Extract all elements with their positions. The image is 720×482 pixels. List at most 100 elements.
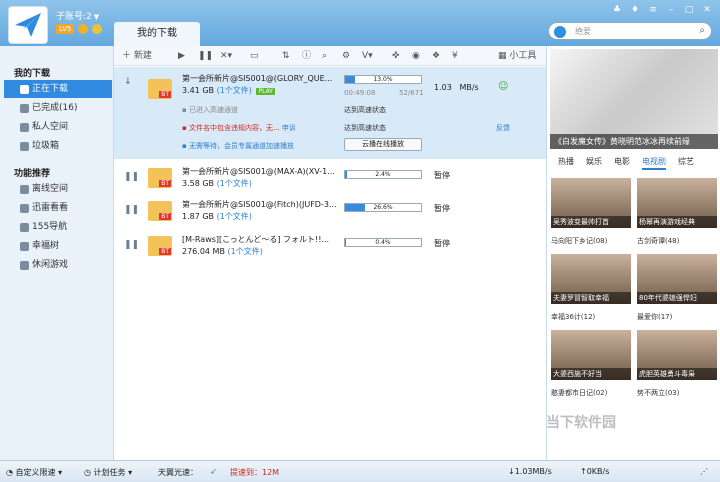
share-icon[interactable]: ❖ <box>432 49 440 63</box>
delete-icon[interactable]: ✕▾ <box>220 49 232 63</box>
tab-my-downloads[interactable]: 我的下载 <box>114 22 200 46</box>
sidebar-item-trash[interactable]: 垃圾箱 <box>4 137 112 155</box>
tools-button[interactable]: ▦ 小工具 <box>498 49 536 63</box>
sidebar-item-completed[interactable]: 已完成(16) <box>4 99 112 117</box>
tab-variety[interactable]: 综艺 <box>678 156 694 170</box>
video-thumb[interactable]: 80年代婆媳强悍妇 <box>637 254 717 304</box>
featured-poster[interactable]: 《白发魔女传》黄晓明范冰冰再续前缘 <box>550 49 718 149</box>
yuan-icon[interactable]: ¥ <box>452 49 458 63</box>
detail-line3: ▪ 无需等待，会员专属通道加速播放 <box>182 142 294 150</box>
minimize-icon[interactable]: – <box>664 4 678 16</box>
close-icon[interactable]: ✕ <box>700 4 714 16</box>
trash-icon <box>20 142 29 151</box>
download-icon <box>20 85 29 94</box>
folder-icon[interactable]: ▭ <box>250 49 259 63</box>
sidebar-item-downloading[interactable]: 正在下载 <box>4 80 112 98</box>
cloud-play-button[interactable]: 云播在线播放 <box>344 138 422 151</box>
sidebar-item-offline[interactable]: 离线空间 <box>4 180 112 198</box>
sidebar-item-kankan[interactable]: 迅雷看看 <box>4 199 112 217</box>
download-speed: 1.03 MB/s <box>434 83 479 92</box>
title-bar: 子账号:2 ▼ LV5 我的下载 ♣ ♦ ≡ – □ ✕ 绝爱 ⌕ <box>0 0 720 46</box>
pause-icon[interactable]: ❚❚ <box>124 172 139 182</box>
upload-speed-status: ↑0KB/s <box>580 467 610 476</box>
watermark: 当下软件园 <box>546 415 616 431</box>
video-label[interactable]: 幸福36计(12) <box>551 312 595 322</box>
download-row[interactable]: ❚❚ BT 第一会所新片@SIS001@(Fitch)(JUFD-3... 1.… <box>114 199 546 227</box>
vip-icon[interactable] <box>78 24 88 34</box>
video-thumb[interactable]: 夫妻罗冒智取幸福 <box>551 254 631 304</box>
search-task-icon[interactable]: ⌕ <box>322 49 327 63</box>
file-name: 第一会所新片@SIS001@(GLORY_QUE... <box>182 74 333 83</box>
progress-bar: 13.0% <box>344 75 422 84</box>
pause-icon[interactable]: ❚❚ <box>124 205 139 215</box>
search-box[interactable]: 绝爱 ⌕ <box>548 22 712 40</box>
level-badge: LV5 <box>56 24 75 34</box>
video-thumb[interactable]: 大婆西施不好当 <box>551 330 631 380</box>
gamepad-icon <box>20 261 29 270</box>
video-thumb[interactable]: 吴秀波变最帅打首 <box>551 178 631 228</box>
speed-limit-button[interactable]: ◔ 自定义限速 ▾ <box>6 467 62 478</box>
download-row[interactable]: ❚❚ BT [M-Raws][こっとんど～る] フォルト!!... 276.04… <box>114 234 546 262</box>
download-arrow-icon[interactable]: ↓ <box>124 77 132 87</box>
sidebar-item-tree[interactable]: 幸福树 <box>4 237 112 255</box>
pause-icon[interactable]: ❚❚ <box>124 240 139 250</box>
video-thumb[interactable]: 杨幂再演游戏经典 <box>637 178 717 228</box>
file-name: [M-Raws][こっとんど～る] フォルト!!... <box>182 235 330 244</box>
search-icon[interactable]: ⌕ <box>699 25 705 36</box>
section-my-downloads: 我的下载 <box>14 69 51 79</box>
sidebar: 我的下载 正在下载 已完成(16) 私人空间 垃圾箱 功能推荐 离线空间 迅雷看… <box>0 46 114 460</box>
progress-bar: 2.4% <box>344 170 422 179</box>
video-thumb[interactable]: 虎胆英雄勇斗毒枭 <box>637 330 717 380</box>
appeal-link[interactable]: 申诉 <box>282 124 296 132</box>
sidebar-item-155nav[interactable]: 155导航 <box>4 218 112 236</box>
sidebar-item-private[interactable]: 私人空间 <box>4 118 112 136</box>
video-label[interactable]: 势不两立(03) <box>637 388 679 398</box>
download-row[interactable]: ❚❚ BT 第一会所新片@SIS001@(MAX-A)(XV-1... 3.58… <box>114 166 546 194</box>
search-engine-icon[interactable] <box>554 26 566 38</box>
status-text: 暂停 <box>434 239 450 248</box>
sidebar-item-games[interactable]: 休闲游戏 <box>4 256 112 274</box>
feedback-link[interactable]: 反馈 <box>496 123 510 133</box>
boost-text[interactable]: 提速到：12M <box>230 467 279 478</box>
shirt-icon[interactable]: ♣ <box>610 4 624 16</box>
schedule-button[interactable]: ◷ 计划任务 ▾ <box>84 467 132 478</box>
gamepad-tool-icon[interactable]: ✜ <box>392 49 400 63</box>
info-icon[interactable]: ⓘ <box>302 49 311 63</box>
account-name[interactable]: 子账号:2 ▼ <box>56 9 99 22</box>
detail-status2: 达到高速状态 <box>344 124 386 132</box>
play-badge[interactable]: PLAY <box>256 88 275 95</box>
status-text: 暂停 <box>434 204 450 213</box>
file-name: 第一会所新片@SIS001@(Fitch)(JUFD-3... <box>182 200 337 209</box>
pause-icon[interactable]: ❚❚ <box>198 49 213 63</box>
peer-count: 52/671 <box>399 89 424 97</box>
video-label[interactable]: 最爱你(17) <box>637 312 672 322</box>
sort-icon[interactable]: ⇅ <box>282 49 290 63</box>
rocket-icon[interactable]: ➶ <box>210 467 217 476</box>
file-size: 3.58 GB (1个文件) <box>182 179 252 188</box>
status-text: 暂停 <box>434 171 450 180</box>
maximize-icon[interactable]: □ <box>682 4 696 16</box>
smile-icon: ☺ <box>498 81 509 92</box>
video-label[interactable]: 憨妻都市日记(02) <box>551 388 607 398</box>
settings-icon[interactable]: ⚙ <box>342 49 350 63</box>
video-label[interactable]: 古剑奇谭(48) <box>637 236 679 246</box>
tab-tv[interactable]: 电视剧 <box>642 156 666 170</box>
resize-grip-icon[interactable]: ⋰ <box>700 467 708 476</box>
tab-hot[interactable]: 热播 <box>558 156 574 170</box>
start-icon[interactable]: ▶ <box>178 49 185 63</box>
video-label[interactable]: 马向阳下乡记(08) <box>551 236 607 246</box>
download-row[interactable]: ↓ BT 第一会所新片@SIS001@(GLORY_QUE... 3.41 GB… <box>114 67 546 159</box>
download-speed-status: ↓1.03MB/s <box>508 467 552 476</box>
tab-movie[interactable]: 电影 <box>614 156 630 170</box>
media-icon[interactable]: ◉ <box>412 49 420 63</box>
menu-icon[interactable]: ≡ <box>646 4 660 16</box>
bt-folder-icon: BT <box>148 79 172 99</box>
download-list-panel: ＋ 新建 ▶ ❚❚ ✕▾ ▭ ⇅ ⓘ ⌕ ⚙ V▾ ✜ ◉ ❖ ¥ ▦ 小工具 … <box>114 46 546 460</box>
skin-icon[interactable]: ♦ <box>628 4 642 16</box>
vip-tool-icon[interactable]: V▾ <box>362 49 373 63</box>
gift-icon[interactable] <box>92 24 102 34</box>
file-size: 1.87 GB (1个文件) <box>182 212 252 221</box>
new-button[interactable]: ＋ 新建 <box>122 49 152 63</box>
search-input[interactable]: 绝爱 <box>575 26 591 37</box>
tab-entertainment[interactable]: 娱乐 <box>586 156 602 170</box>
